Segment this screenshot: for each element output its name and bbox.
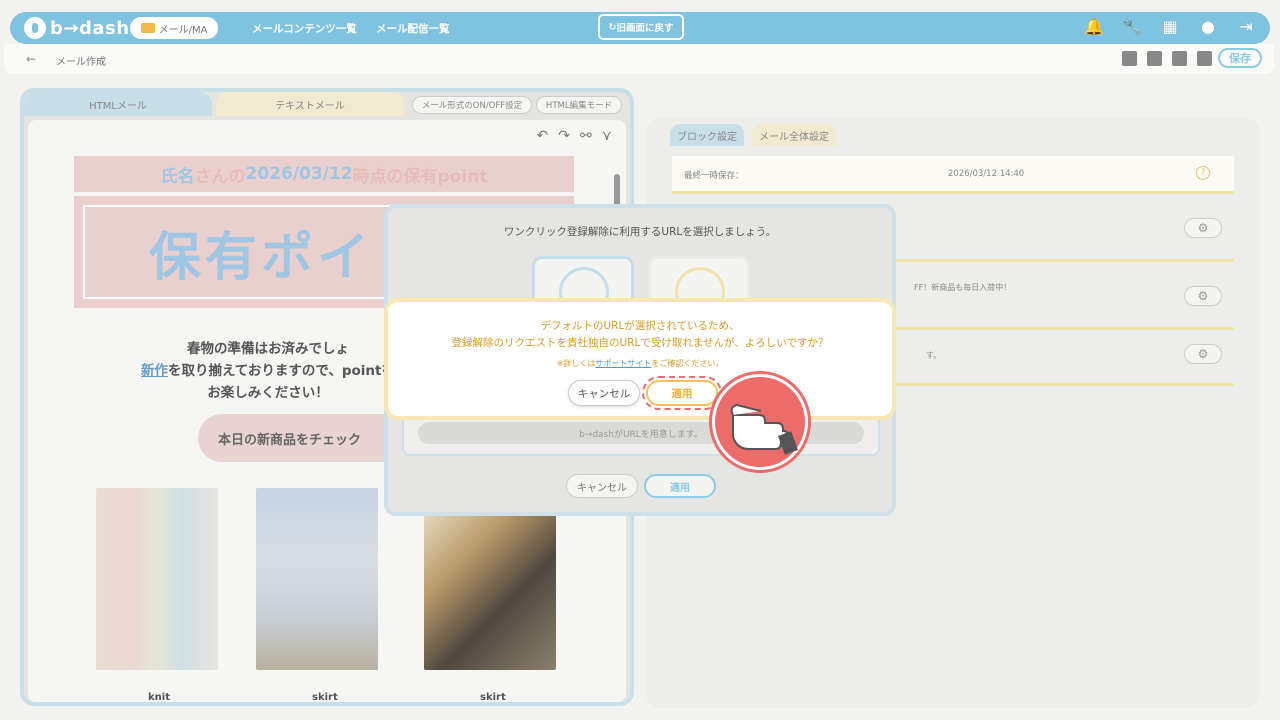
undo-icon[interactable]: ↶ <box>537 128 549 144</box>
support-chat-icon[interactable]: ● <box>1198 16 1218 36</box>
refresh-icon: ↻ <box>608 21 617 33</box>
link-icon[interactable]: ⚯ <box>580 128 592 144</box>
product-caption: skirt <box>312 692 338 702</box>
html-edit-mode-button[interactable]: HTML編集モード <box>536 96 622 114</box>
apps-grid-icon[interactable]: ▦ <box>1160 16 1180 36</box>
points-header[interactable]: 氏名 さんの 2026/03/12 時点の保有point <box>74 156 574 192</box>
help-icon[interactable]: ? <box>1196 166 1210 180</box>
product-image-knit[interactable] <box>96 488 218 670</box>
tab-text-mail[interactable]: テキストメール <box>216 92 404 116</box>
tab-mail-settings[interactable]: メール全体設定 <box>752 124 836 146</box>
gear-icon[interactable]: ⚙ <box>1184 286 1222 306</box>
merge-tag-icon[interactable]: ⋎ <box>602 128 612 144</box>
last-saved-value: 2026/03/12 14:40 <box>948 169 1025 179</box>
mail-ma-label: メール/MA <box>158 24 208 36</box>
tab-html-mail[interactable]: HTMLメール <box>24 92 212 116</box>
nav-mail-delivery[interactable]: メール配信一覧 <box>376 21 450 36</box>
product-image-skirt[interactable] <box>256 488 378 670</box>
back-to-old-screen-button[interactable]: ↻ 旧画面に戻す <box>598 14 684 40</box>
bell-icon[interactable]: 🔔 <box>1084 16 1104 36</box>
mail-icon <box>140 23 155 33</box>
link-settings-icon[interactable] <box>1147 51 1162 66</box>
mail-format-toggle-button[interactable]: メール形式のON/OFF設定 <box>412 96 532 114</box>
tab-block-settings[interactable]: ブロック設定 <box>670 124 744 146</box>
settings-row-text: す。 <box>926 351 942 360</box>
gear-icon[interactable]: ⚙ <box>1184 218 1222 238</box>
body-text-block[interactable]: 春物の準備はお済みでしょ 新作を取り揃えておりますので、pointを お楽しみく… <box>108 338 428 404</box>
settings-row-text: FF！新商品も毎日入荷中！ <box>914 283 1012 292</box>
confirm-dialog: デフォルトのURLが選択されているため、 登録解除のリクエストを貴社独自のURL… <box>384 298 896 420</box>
confirm-note: ※詳しくはサポートサイトをご確認ください。 <box>556 359 724 368</box>
support-site-link[interactable]: サポートサイト <box>595 359 651 368</box>
confirm-apply-button[interactable]: 適用 <box>646 380 718 406</box>
logo-icon <box>24 17 46 39</box>
gear-icon[interactable]: ⚙ <box>1184 344 1222 364</box>
product-image-skirt-2[interactable] <box>424 512 556 670</box>
wrench-icon[interactable]: 🔧 <box>1122 16 1142 36</box>
body-link[interactable]: 新作 <box>141 363 168 379</box>
nav-mail-contents[interactable]: メールコンテンツ一覧 <box>252 21 357 36</box>
preview-play-icon[interactable] <box>1197 51 1212 66</box>
last-saved-row: 最終一時保存： 2026/03/12 14:40 ? <box>672 156 1234 194</box>
product-caption: skirt <box>480 692 506 702</box>
sub-header: ← メール作成 保存 <box>4 44 1274 74</box>
redo-icon[interactable]: ↷ <box>558 128 570 144</box>
logo-text: b→dash <box>50 17 130 39</box>
pointing-hand-icon <box>712 374 808 470</box>
back-arrow-icon[interactable]: ← <box>26 52 36 66</box>
confirm-message: デフォルトのURLが選択されているため、 登録解除のリクエストを貴社独自のURL… <box>451 320 829 349</box>
bdash-logo[interactable]: b→dash <box>24 16 130 40</box>
modal-apply-button[interactable]: 適用 <box>644 474 716 498</box>
mail-ma-pill[interactable]: メール/MA <box>130 17 218 39</box>
product-caption: knit <box>148 692 170 702</box>
add-block-icon[interactable] <box>1122 51 1137 66</box>
cta-button-block[interactable]: 本日の新商品をチェック <box>198 414 408 462</box>
profile-icon[interactable] <box>1172 51 1187 66</box>
logout-icon[interactable]: ⇥ <box>1236 16 1256 36</box>
save-button[interactable]: 保存 <box>1218 48 1262 68</box>
last-saved-label: 最終一時保存： <box>684 171 744 181</box>
modal-cancel-button[interactable]: キャンセル <box>566 474 638 498</box>
modal-title: ワンクリック登録解除に利用するURLを選択しましょう。 <box>503 226 777 238</box>
top-navbar: b→dash メール/MA メールコンテンツ一覧 メール配信一覧 ↻ 旧画面に戻す… <box>10 12 1270 44</box>
confirm-cancel-button[interactable]: キャンセル <box>568 380 640 406</box>
page-title: メール作成 <box>56 57 106 68</box>
